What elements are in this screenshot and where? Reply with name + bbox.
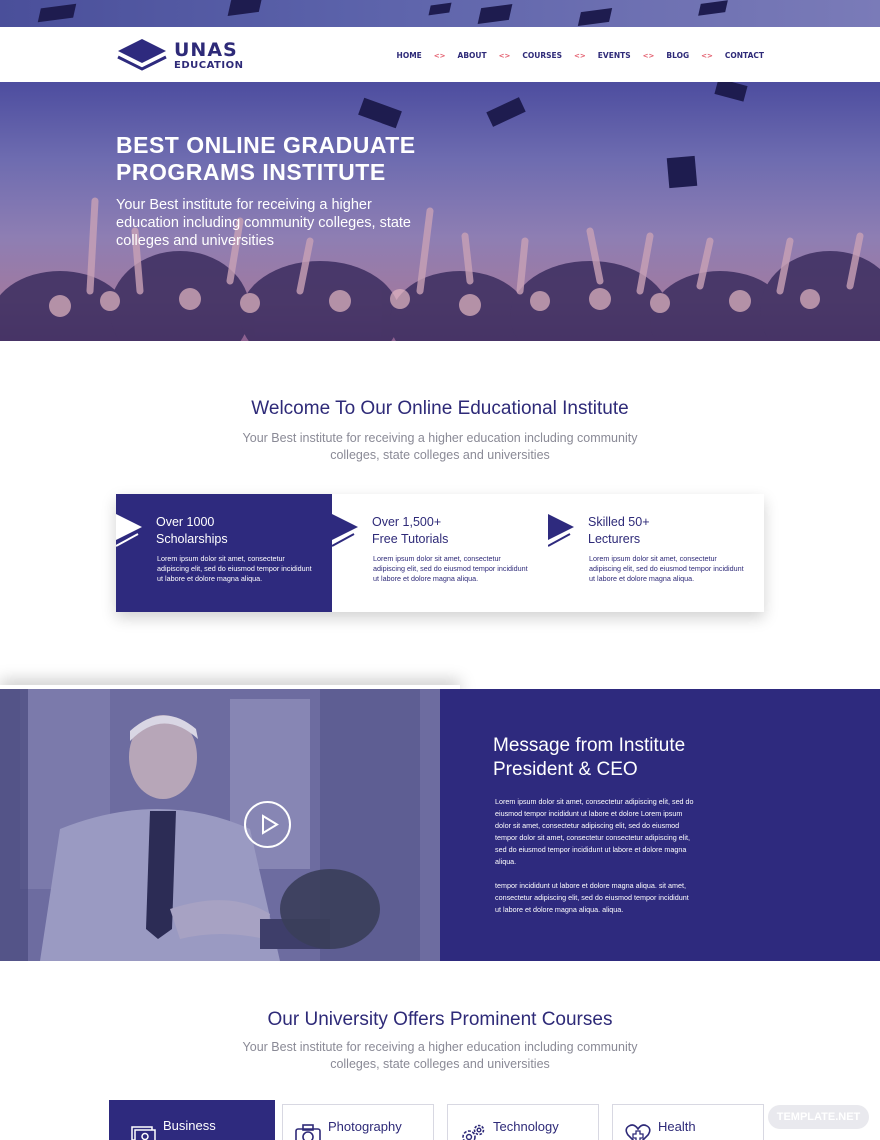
flying-cap-image (486, 97, 526, 127)
nav-separator: <> (701, 51, 713, 60)
heart-cross-icon (625, 1124, 651, 1140)
tab-label: Business (163, 1118, 216, 1133)
nav-blog[interactable]: BLOG (666, 51, 689, 60)
feature-title: Over 1,500+ Free Tutorials (372, 515, 449, 546)
nav-contact[interactable]: CONTACT (725, 51, 764, 60)
president-photo (0, 689, 440, 961)
nav-courses[interactable]: COURSES (522, 51, 562, 60)
feature-card-lecturers[interactable]: Skilled 50+ Lecturers Lorem ipsum dolor … (548, 494, 764, 612)
flying-cap-image (714, 82, 748, 102)
course-tabs: Business Photography Technology Health (109, 1100, 777, 1140)
tab-label: Photography (328, 1119, 402, 1134)
gears-icon (462, 1124, 485, 1140)
hero-subtitle: Your Best institute for receiving a high… (116, 197, 411, 249)
chevron-right-icon (116, 514, 142, 547)
feature-title: Skilled 50+ Lecturers (588, 515, 650, 546)
hero-title: BEST ONLINE GRADUATE PROGRAMS INSTITUTE (116, 132, 416, 185)
flying-cap-image (358, 97, 402, 129)
chevron-right-icon (548, 514, 574, 547)
tab-label: Health (658, 1119, 696, 1134)
nav-separator: <> (574, 51, 586, 60)
brand-logo[interactable]: UNAS EDUCATION (116, 37, 243, 75)
courses-subtitle: Your Best institute for receiving a high… (242, 1040, 638, 1071)
president-paragraph: Lorem ipsum dolor sit amet, consectetur … (495, 797, 694, 866)
tab-photography[interactable]: Photography (282, 1104, 434, 1140)
play-icon (262, 814, 279, 835)
brand-tagline: EDUCATION (174, 60, 244, 71)
nav-separator: <> (642, 51, 655, 60)
brand-name: UNAS (174, 39, 238, 61)
money-icon (131, 1126, 156, 1140)
top-photo-strip (0, 0, 880, 28)
feature-text: Lorem ipsum dolor sit amet, consectetur … (373, 554, 528, 583)
feature-text: Lorem ipsum dolor sit amet, consectetur … (157, 554, 312, 583)
logo-diamond-icon (116, 37, 168, 75)
nav-separator: <> (498, 51, 511, 60)
feature-card-scholarships[interactable]: Over 1000 Scholarships Lorem ipsum dolor… (116, 494, 332, 612)
welcome-title: Welcome To Our Online Educational Instit… (251, 398, 629, 419)
hero-banner: BEST ONLINE GRADUATE PROGRAMS INSTITUTE … (0, 82, 880, 341)
tab-label: Technology (493, 1119, 559, 1134)
nav-events[interactable]: EVENTS (598, 51, 631, 60)
feature-title: Over 1000 Scholarships (156, 515, 228, 546)
feature-text: Lorem ipsum dolor sit amet, consectetur … (589, 554, 744, 583)
nav-separator: <> (433, 51, 446, 60)
feature-card-tutorials[interactable]: Over 1,500+ Free Tutorials Lorem ipsum d… (332, 494, 548, 612)
president-video-thumbnail[interactable] (0, 689, 440, 961)
camera-icon (295, 1124, 321, 1140)
nav-about[interactable]: ABOUT (458, 51, 487, 60)
president-message-panel: Message from Institute President & CEO L… (440, 689, 880, 961)
nav-home[interactable]: HOME (397, 51, 422, 60)
president-title: Message from Institute President & CEO (493, 735, 686, 780)
play-button[interactable] (244, 801, 291, 848)
watermark-badge: TEMPLATE.NET (768, 1105, 869, 1129)
main-nav: HOME <> ABOUT <> COURSES <> EVENTS <> BL… (397, 51, 764, 60)
tab-health[interactable]: Health (612, 1104, 764, 1140)
president-paragraph: tempor incididunt ut labore et dolore ma… (495, 881, 689, 914)
feature-cards: Over 1000 Scholarships Lorem ipsum dolor… (116, 494, 764, 612)
welcome-subtitle: Your Best institute for receiving a high… (242, 431, 638, 462)
chevron-right-icon (332, 514, 358, 547)
flying-cap-image (666, 155, 698, 189)
tab-technology[interactable]: Technology (447, 1104, 599, 1140)
courses-title: Our University Offers Prominent Courses (267, 1009, 613, 1030)
site-header: UNAS EDUCATION HOME <> ABOUT <> COURSES … (0, 27, 880, 82)
tab-business[interactable]: Business (109, 1100, 275, 1140)
